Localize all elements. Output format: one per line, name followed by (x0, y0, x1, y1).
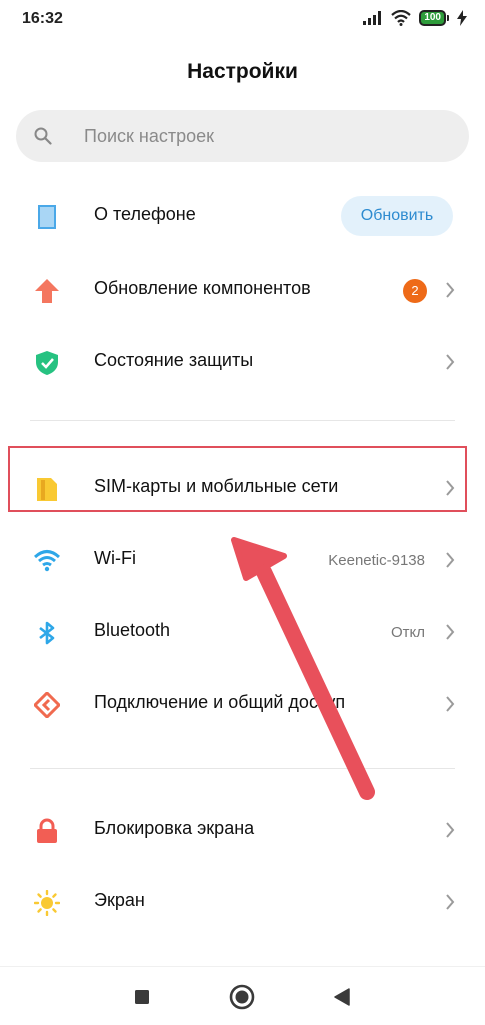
item-label: Обновление компонентов (94, 278, 311, 298)
arrow-up-icon (35, 279, 59, 303)
shield-check-icon (36, 351, 58, 375)
chevron-right-icon (446, 696, 455, 712)
bluetooth-status: Откл (390, 624, 425, 641)
section-divider (30, 420, 455, 421)
status-time: 16:32 (22, 10, 63, 27)
section-divider (30, 768, 455, 769)
search-input[interactable] (68, 110, 464, 162)
battery-icon: 100 (419, 10, 449, 26)
lock-icon (37, 818, 57, 843)
page-title: Настройки (187, 60, 298, 83)
item-label: Экран (94, 890, 145, 910)
chevron-right-icon (446, 354, 455, 370)
item-label: Wi-Fi (94, 548, 136, 568)
chevron-right-icon (446, 480, 455, 496)
item-label: О телефоне (94, 204, 196, 224)
settings-item-lock-screen[interactable]: Блокировка экрана (0, 794, 485, 866)
chevron-right-icon (446, 282, 455, 298)
settings-item-components-update[interactable]: Обновление компонентов 2 (0, 254, 485, 326)
phone-icon (38, 205, 56, 229)
wifi-icon (34, 550, 60, 572)
item-label: Bluetooth (94, 620, 171, 640)
bluetooth-icon (39, 621, 55, 645)
chevron-right-icon (446, 552, 455, 568)
item-label: SIM-карты и мобильные сети (94, 476, 339, 496)
settings-item-display[interactable]: Экран (0, 866, 485, 938)
item-label: Состояние защиты (94, 350, 254, 370)
notification-badge: 2 (403, 279, 427, 303)
wifi-status-icon (391, 10, 412, 26)
sun-icon (34, 890, 60, 916)
battery-level: 100 (419, 10, 446, 26)
chevron-right-icon (446, 624, 455, 640)
status-bar: 16:32 100 (0, 0, 485, 40)
settings-item-bluetooth[interactable]: Bluetooth Откл (0, 596, 485, 668)
wifi-network-name: Keenetic-9138 (328, 552, 425, 569)
cellular-signal-icon (363, 11, 382, 25)
navigation-bar (0, 966, 485, 1025)
search-bar[interactable] (16, 110, 469, 162)
status-icons: 100 (363, 10, 467, 26)
connection-sharing-icon (34, 692, 60, 718)
recent-apps-button[interactable] (128, 983, 156, 1011)
charging-icon (457, 10, 467, 26)
home-button[interactable] (228, 983, 256, 1011)
update-button[interactable]: Обновить (341, 196, 453, 236)
item-label: Блокировка экрана (94, 818, 255, 838)
home-icon (229, 984, 255, 1010)
chevron-right-icon (446, 822, 455, 838)
settings-item-wifi[interactable]: Wi-Fi Keenetic-9138 (0, 524, 485, 596)
chevron-right-icon (446, 894, 455, 910)
sim-card-icon (37, 478, 57, 501)
settings-item-connection-sharing[interactable]: Подключение и общий доступ (0, 668, 485, 740)
recent-apps-icon (135, 990, 149, 1004)
back-button[interactable] (328, 983, 356, 1011)
settings-item-sim-cards[interactable]: SIM-карты и мобильные сети (0, 452, 485, 524)
back-icon (334, 988, 350, 1006)
item-label: Подключение и общий доступ (94, 692, 346, 712)
search-icon (34, 127, 52, 145)
settings-item-protection-status[interactable]: Состояние защиты (0, 326, 485, 398)
